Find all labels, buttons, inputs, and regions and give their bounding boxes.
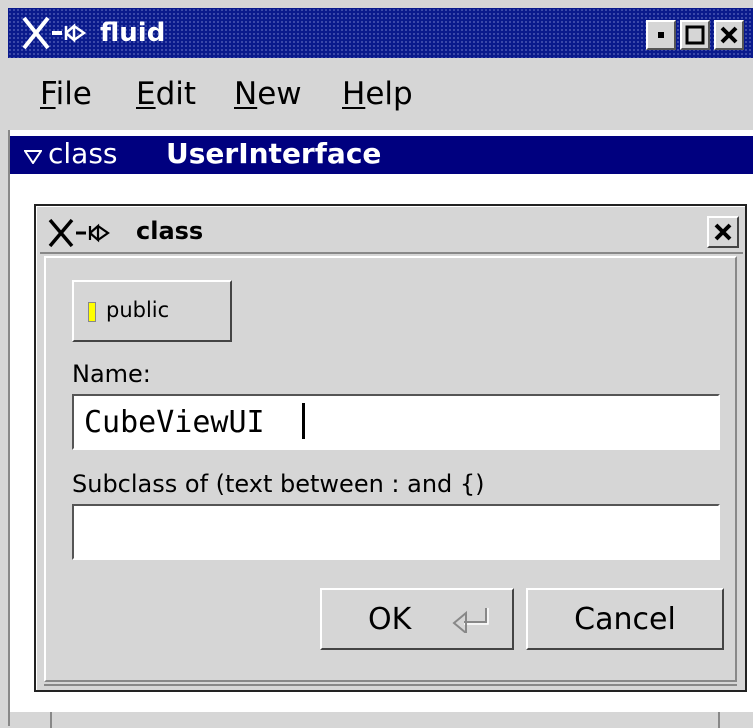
- maximize-button[interactable]: [680, 20, 710, 50]
- dialog-body: public Name: Subclass of (text between :…: [44, 256, 737, 682]
- tree-item-keyword: class: [48, 137, 118, 170]
- ok-button[interactable]: OK: [320, 588, 514, 650]
- menu-help-rest: elp: [365, 76, 413, 112]
- window-title: fluid: [100, 18, 166, 48]
- minimize-icon: [658, 32, 664, 38]
- name-label: Name:: [72, 360, 151, 388]
- tree-item-class[interactable]: class UserInterface: [10, 136, 753, 174]
- fluid-main-window: fluid File Edit New Help class UserInter…: [0, 0, 753, 728]
- window-titlebar[interactable]: fluid: [8, 8, 753, 58]
- dialog-close-button[interactable]: [707, 216, 739, 248]
- x-logo-icon: [48, 218, 110, 248]
- menu-help[interactable]: Help: [342, 76, 413, 112]
- subclass-input[interactable]: [72, 504, 720, 560]
- dialog-titlebar[interactable]: class: [40, 210, 743, 254]
- menu-edit-mnemonic: E: [136, 76, 156, 112]
- ok-label: OK: [368, 602, 412, 637]
- menu-file-rest: ile: [55, 76, 92, 112]
- menu-file-mnemonic: F: [40, 76, 56, 112]
- minimize-button[interactable]: [646, 20, 676, 50]
- close-icon: [714, 223, 732, 241]
- name-input[interactable]: [72, 394, 720, 450]
- public-toggle-button[interactable]: public: [72, 280, 232, 342]
- x-logo-icon: [22, 16, 87, 50]
- class-dialog: class public Name: Subclass of (text bet…: [34, 204, 747, 692]
- tree-item-name: UserInterface: [166, 137, 382, 170]
- name-field-wrap: [72, 394, 720, 450]
- menu-file[interactable]: File: [40, 76, 92, 112]
- menu-new[interactable]: New: [234, 76, 302, 112]
- subclass-label: Subclass of (text between : and {): [72, 470, 485, 498]
- maximize-icon: [685, 25, 705, 45]
- horizontal-scrollbar[interactable]: [10, 710, 753, 728]
- cancel-label: Cancel: [574, 602, 676, 637]
- expand-triangle-icon[interactable]: [24, 150, 42, 164]
- public-indicator-light: [88, 302, 96, 322]
- close-button[interactable]: [714, 20, 744, 50]
- menu-help-mnemonic: H: [342, 76, 366, 112]
- cancel-button[interactable]: Cancel: [526, 588, 724, 650]
- menu-new-rest: ew: [257, 76, 302, 112]
- return-icon: [452, 608, 489, 633]
- menu-bar: File Edit New Help: [8, 62, 753, 128]
- dialog-bottom-divider: [44, 684, 737, 690]
- menu-edit-rest: dit: [155, 76, 197, 112]
- text-cursor: [302, 403, 305, 439]
- menu-new-mnemonic: N: [234, 76, 258, 112]
- menu-edit[interactable]: Edit: [136, 76, 196, 112]
- public-label: public: [106, 298, 170, 322]
- close-icon: [720, 26, 738, 44]
- dialog-title: class: [136, 217, 204, 245]
